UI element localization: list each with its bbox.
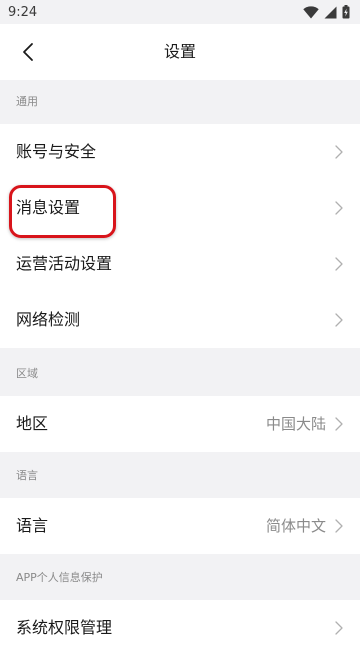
chevron-right-icon (335, 621, 343, 635)
chevron-right-icon (335, 257, 343, 271)
settings-item-label: 消息设置 (16, 198, 81, 217)
chevron-right-icon (335, 313, 343, 327)
section-header-privacy: APP个人信息保护 (0, 556, 360, 600)
chevron-right-icon (335, 145, 343, 159)
section-header-language: 语言 (0, 454, 360, 498)
settings-item-network-check[interactable]: 网络检测 (0, 292, 360, 348)
wifi-icon (303, 5, 319, 19)
settings-item-label: 系统权限管理 (16, 618, 113, 637)
chevron-right-icon (335, 519, 343, 533)
status-bar: 9:24 (0, 0, 360, 24)
settings-item-language[interactable]: 语言 简体中文 (0, 498, 360, 554)
settings-item-label: 地区 (16, 414, 49, 433)
app-bar: 设置 (0, 24, 360, 80)
settings-item-label: 账号与安全 (16, 142, 97, 161)
page-title: 设置 (163, 42, 196, 61)
signal-icon (324, 6, 337, 18)
chevron-right-icon (335, 417, 343, 431)
section-header-region: 区域 (0, 352, 360, 396)
status-time: 9:24 (8, 4, 38, 20)
back-button[interactable] (12, 36, 44, 68)
settings-item-value: 简体中文 (265, 517, 326, 535)
settings-item-value: 中国大陆 (265, 415, 326, 433)
chevron-left-icon (23, 43, 33, 61)
section-header-general: 通用 (0, 80, 360, 124)
settings-item-label: 运营活动设置 (16, 254, 113, 273)
settings-item-label: 网络检测 (16, 310, 81, 329)
settings-item-message-settings[interactable]: 消息设置 (0, 180, 360, 236)
battery-charging-icon (342, 5, 350, 19)
settings-item-account-security[interactable]: 账号与安全 (0, 124, 360, 180)
settings-item-operations-activity[interactable]: 运营活动设置 (0, 236, 360, 292)
settings-item-region[interactable]: 地区 中国大陆 (0, 396, 360, 452)
settings-item-system-permissions[interactable]: 系统权限管理 (0, 600, 360, 656)
status-icons (303, 5, 350, 19)
settings-item-label: 语言 (16, 516, 49, 535)
chevron-right-icon (335, 201, 343, 215)
